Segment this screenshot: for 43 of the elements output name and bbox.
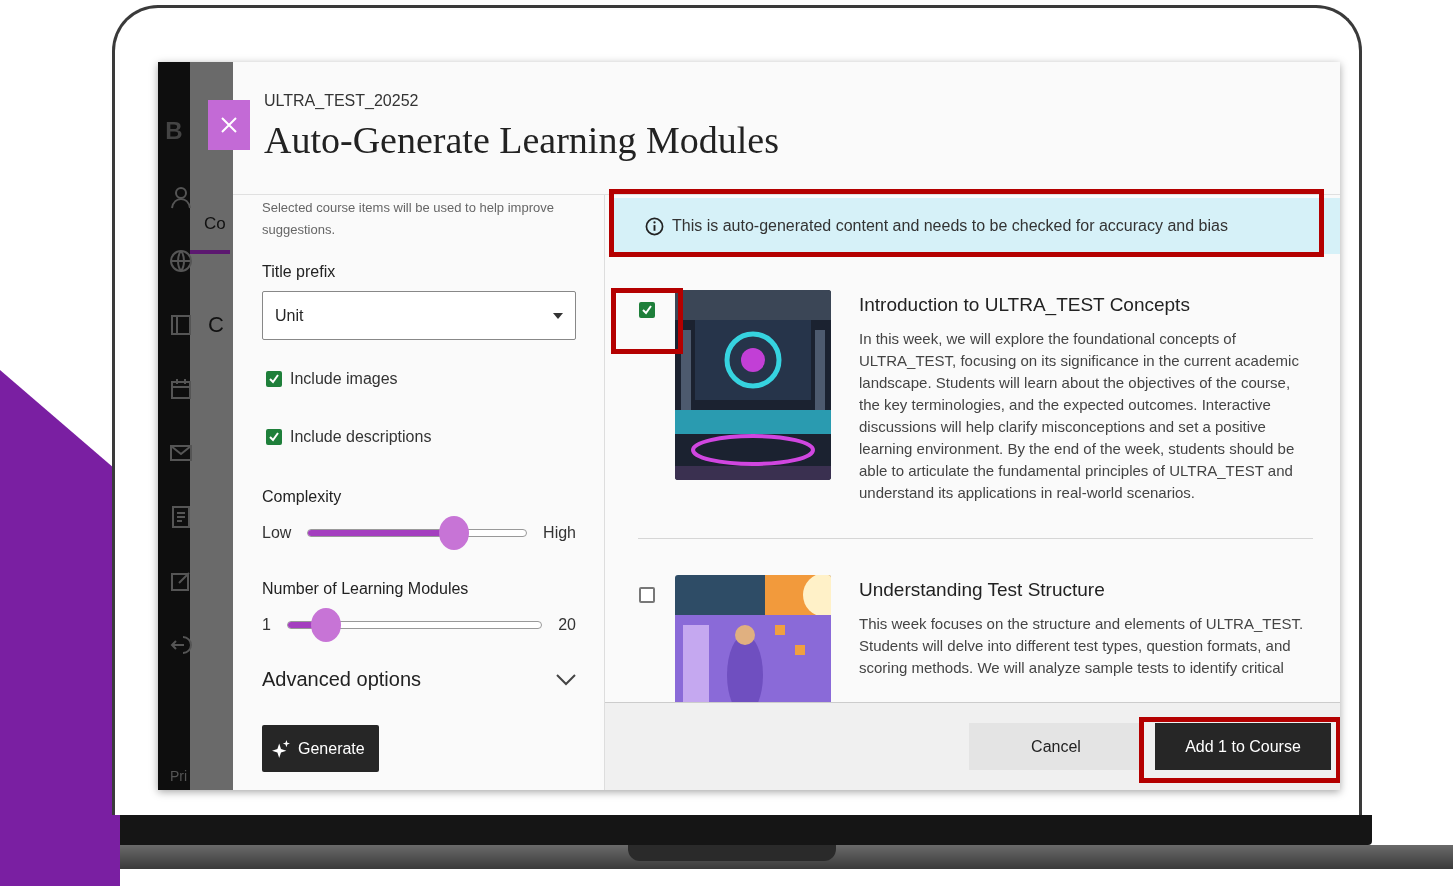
checkbox[interactable] [266, 371, 282, 387]
book-icon [169, 313, 193, 337]
slider-min-label: 1 [262, 616, 271, 634]
checkbox[interactable] [639, 587, 655, 603]
slider-max-label: High [543, 524, 576, 542]
slider-thumb[interactable] [439, 516, 470, 550]
footer-fragment: Pri [170, 768, 188, 784]
slider-label: Number of Learning Modules [262, 580, 470, 598]
modal-title: Auto-Generate Learning Modules [264, 118, 780, 162]
edit-icon [169, 569, 193, 593]
advanced-options-toggle[interactable]: Advanced options [262, 668, 421, 691]
slider-label: Complexity [262, 488, 343, 506]
add-to-course-button[interactable]: Add 1 to Course [1155, 723, 1331, 770]
sparkle-icon [272, 739, 290, 758]
slider-max-label: 20 [558, 616, 576, 634]
checkbox[interactable] [639, 302, 655, 318]
title-prefix-select[interactable]: Unit [262, 291, 576, 340]
tab-fragment: Co [190, 214, 230, 254]
caret-icon [553, 312, 563, 319]
checkbox-label: Include descriptions [290, 428, 432, 446]
module-title: Introduction to ULTRA_TEST Concepts [859, 294, 1191, 316]
generate-button[interactable]: Generate [262, 725, 379, 772]
sign-out-icon [169, 633, 193, 657]
checkbox-label: Include images [290, 370, 398, 388]
document-icon [169, 505, 193, 529]
field-label: Title prefix [262, 263, 337, 281]
slider-thumb[interactable] [310, 608, 341, 642]
calendar-icon [169, 377, 193, 401]
notice-text: This is auto-generated content and needs to be checked for accuracy and bias [672, 217, 1228, 235]
checkbox[interactable] [266, 429, 282, 445]
course-code: ULTRA_TEST_20252 [264, 92, 420, 110]
module-description: In this week, we will explore the foundational concepts of ULTRA_TEST, focusing on its significance in the current academic landscape. Students will learn about the objectives of the course, the key terminologies, and the expected outcomes. Interactive discussions will help clarify misconceptions and set a positive learning environment. By the end of the week, students should be able to articulate the fundamental principles of ULTRA_TEST and understand its applications in real-world scenarios. [859, 329, 1300, 503]
close-button[interactable] [208, 100, 250, 150]
intro-text: Selected course items will be used to help improve suggestions. [262, 199, 555, 239]
info-icon [645, 216, 664, 236]
module-description: This week focuses on the structure and elements of ULTRA_TEST. Students will delve into different test types, question formats, and scoring methods. We will analyze sample tests to identify critical [859, 614, 1305, 678]
user-icon [169, 185, 193, 209]
heading-fragment: C [207, 312, 224, 338]
slider-min-label: Low [262, 524, 292, 542]
chevron-icon[interactable] [556, 673, 576, 686]
module-title: Understanding Test Structure [859, 579, 1106, 601]
close-icon [219, 115, 239, 135]
globe-icon [169, 249, 193, 273]
